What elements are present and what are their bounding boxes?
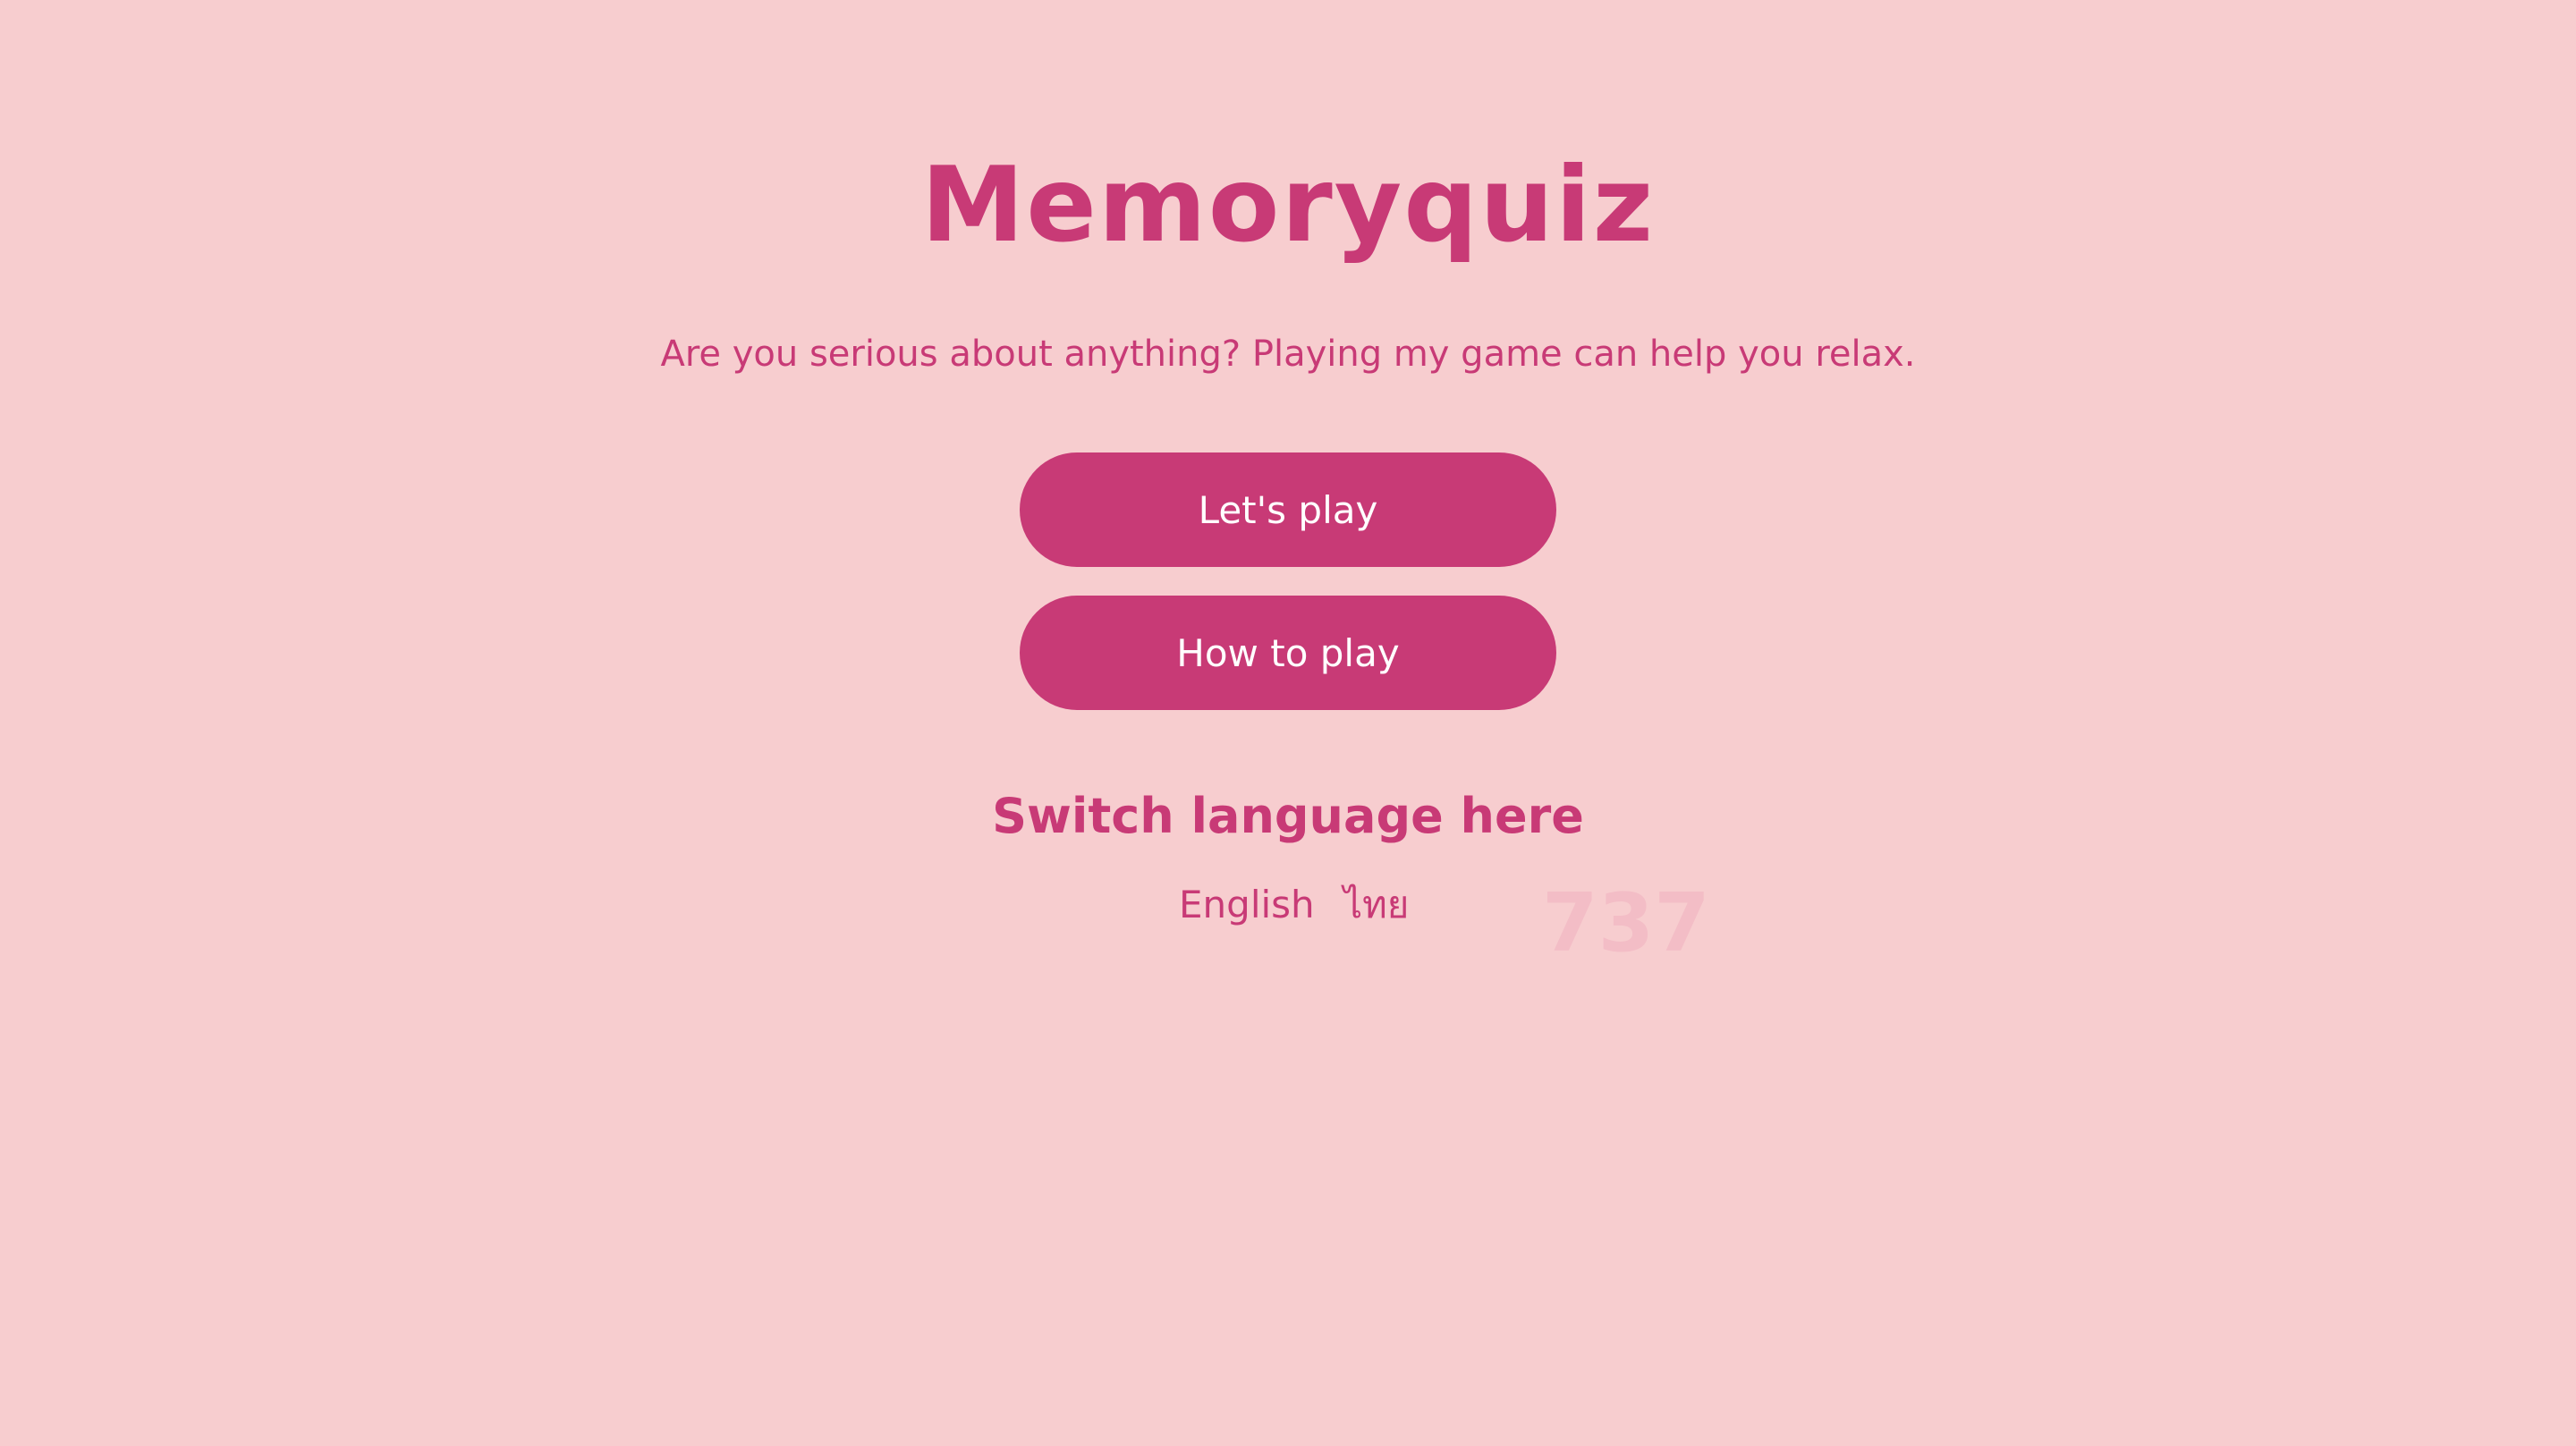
language-option-english[interactable]: English bbox=[1179, 878, 1315, 932]
game-title: Memoryquiz bbox=[920, 145, 1656, 266]
lets-play-button[interactable]: Let's play bbox=[1020, 452, 1556, 567]
tagline: Are you serious about anything? Playing … bbox=[660, 334, 1916, 375]
language-heading: Switch language here bbox=[992, 788, 1584, 844]
faded-number: 737 bbox=[1542, 876, 1710, 970]
how-to-play-button[interactable]: How to play bbox=[1020, 596, 1556, 710]
start-screen: Memoryquiz Are you serious about anythin… bbox=[0, 0, 2576, 1446]
language-option-thai[interactable]: ไทย bbox=[1343, 878, 1409, 932]
